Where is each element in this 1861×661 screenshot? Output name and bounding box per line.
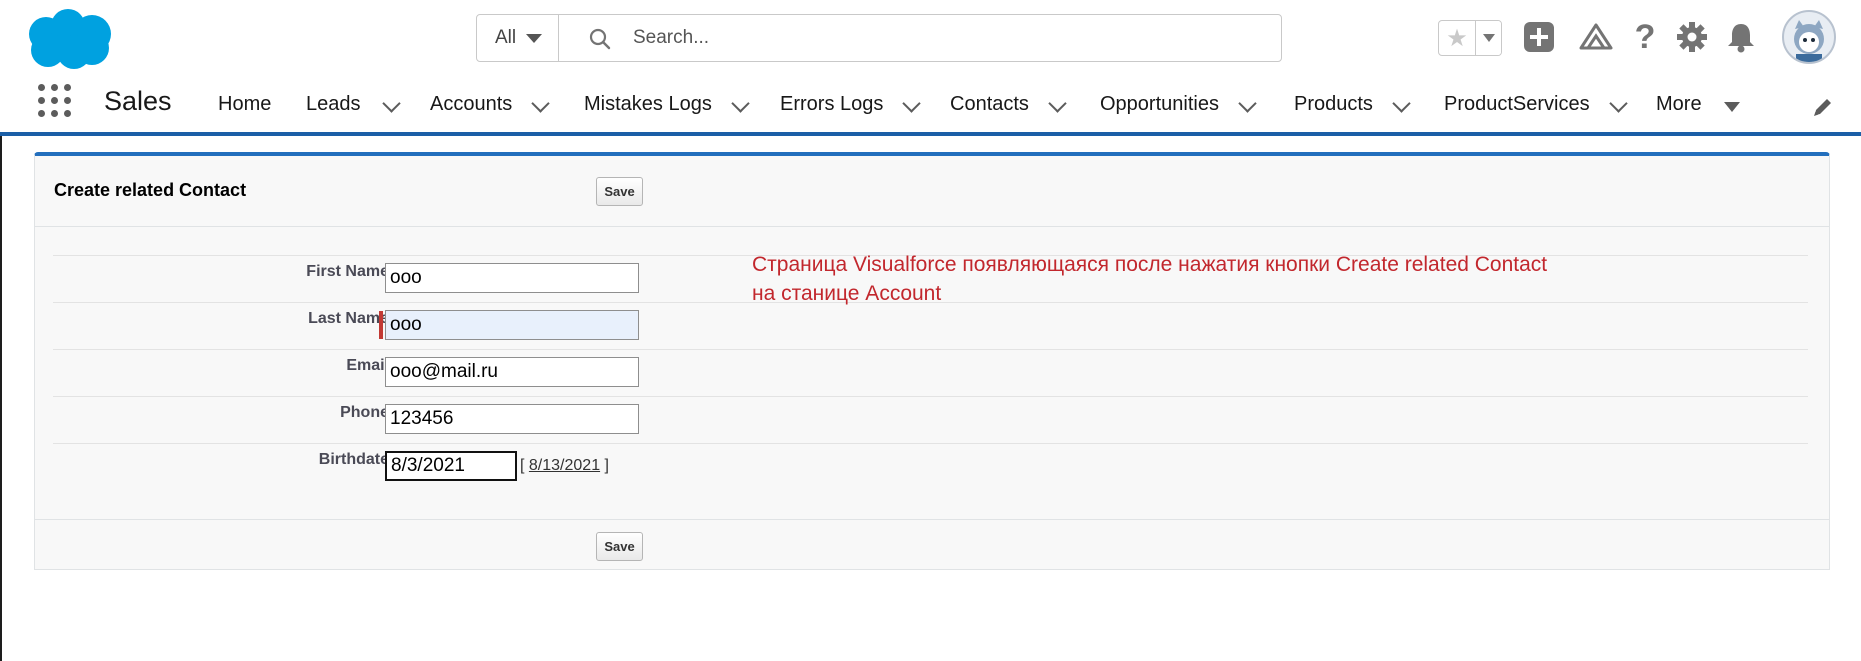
phone-label: Phone xyxy=(340,404,389,421)
row-divider xyxy=(53,443,1808,444)
required-field-marker xyxy=(379,311,383,339)
nav-item-label: Opportunities xyxy=(1100,92,1219,115)
nav-item-label: Errors Logs xyxy=(780,92,884,115)
footer-divider xyxy=(35,519,1829,520)
phone-input[interactable] xyxy=(385,404,639,434)
bracket-open: [ xyxy=(520,457,525,474)
annotation-line-1: Страница Visualforce появляющаяся после … xyxy=(752,253,1548,276)
notifications-bell-icon[interactable] xyxy=(1722,18,1760,56)
nav-item-label: Accounts xyxy=(430,92,513,115)
save-button-top[interactable]: Save xyxy=(596,177,643,206)
last-name-label: Last Name xyxy=(308,310,389,327)
nav-item-mistakes-logs[interactable]: Mistakes Logs xyxy=(584,90,750,118)
nav-item-label: ProductServices xyxy=(1444,92,1590,115)
search-icon xyxy=(589,28,611,50)
birthdate-label: Birthdate xyxy=(318,451,389,468)
nav-item-errors-logs[interactable]: Errors Logs xyxy=(780,90,922,118)
bracket-close: ] xyxy=(604,457,609,474)
email-input[interactable] xyxy=(385,357,639,387)
nav-item-contacts[interactable]: Contacts xyxy=(950,90,1067,118)
nav-item-home[interactable]: Home xyxy=(218,90,271,118)
date-today-shortcut: [ 8/13/2021 ] xyxy=(520,457,609,475)
chevron-down-icon[interactable] xyxy=(1048,93,1067,116)
nav-item-label: Mistakes Logs xyxy=(584,92,712,115)
row-divider xyxy=(53,396,1808,397)
nav-item-leads[interactable]: Leads xyxy=(306,90,401,118)
create-contact-page-block: Create related Contact Save First Name L… xyxy=(34,152,1830,570)
global-search: All xyxy=(476,14,1282,62)
caret-down-icon xyxy=(526,33,543,43)
nav-item-accounts[interactable]: Accounts xyxy=(430,90,550,118)
chevron-down-icon[interactable] xyxy=(1238,93,1257,116)
last-name-input[interactable] xyxy=(385,310,639,340)
first-name-label: First Name xyxy=(306,263,389,280)
chevron-down-icon[interactable] xyxy=(1608,93,1628,116)
app-navigation-bar: Sales Home Leads Accounts Mistakes Logs … xyxy=(0,76,1861,136)
app-name: Sales xyxy=(104,86,172,116)
add-icon[interactable] xyxy=(1520,18,1558,56)
nav-item-products[interactable]: Products xyxy=(1294,90,1411,118)
annotation-note: Страница Visualforce появляющаяся после … xyxy=(752,250,1652,308)
user-avatar[interactable] xyxy=(1782,10,1836,64)
header-divider xyxy=(35,226,1829,227)
chevron-down-icon[interactable] xyxy=(902,93,922,116)
caret-down-icon[interactable] xyxy=(1723,95,1740,118)
first-name-input[interactable] xyxy=(385,263,639,293)
annotation-line-2: на станице Account xyxy=(752,282,942,305)
nav-item-label: More xyxy=(1656,92,1702,115)
global-header: All ★ ? xyxy=(0,0,1861,76)
chevron-down-icon[interactable] xyxy=(1392,93,1411,116)
row-divider xyxy=(53,349,1808,350)
search-scope-dropdown[interactable]: All xyxy=(477,15,559,61)
search-scope-label: All xyxy=(495,27,517,48)
salesforce-cloud-logo[interactable] xyxy=(22,8,114,70)
trailhead-icon[interactable] xyxy=(1577,18,1615,56)
favorites-dropdown-button[interactable] xyxy=(1475,21,1501,55)
nav-item-productservices[interactable]: ProductServices xyxy=(1444,90,1628,118)
chevron-down-icon[interactable] xyxy=(731,93,750,116)
edit-nav-pencil-icon[interactable] xyxy=(1812,96,1834,118)
birthdate-input[interactable] xyxy=(385,451,517,481)
nav-item-label: Products xyxy=(1294,92,1373,115)
email-label: Email xyxy=(346,357,389,374)
favorites-control: ★ xyxy=(1438,20,1502,56)
help-icon[interactable]: ? xyxy=(1626,18,1664,56)
app-launcher-icon[interactable] xyxy=(38,84,74,120)
search-field xyxy=(559,15,1281,61)
nav-item-label: Contacts xyxy=(950,92,1029,115)
favorite-star-icon[interactable]: ★ xyxy=(1439,21,1475,55)
nav-item-label: Home xyxy=(218,92,272,115)
nav-item-more[interactable]: More xyxy=(1656,90,1740,118)
chevron-down-icon[interactable] xyxy=(381,93,401,116)
nav-item-label: Leads xyxy=(306,92,361,115)
today-date-link[interactable]: 8/13/2021 xyxy=(529,457,600,474)
setup-gear-icon[interactable] xyxy=(1673,18,1711,56)
window-edge xyxy=(0,136,2,661)
caret-down-icon xyxy=(1482,34,1495,42)
search-input[interactable] xyxy=(631,17,1235,59)
nav-item-opportunities[interactable]: Opportunities xyxy=(1100,90,1257,118)
page-title: Create related Contact xyxy=(54,180,247,200)
save-button-bottom[interactable]: Save xyxy=(596,532,643,561)
chevron-down-icon[interactable] xyxy=(531,93,550,116)
